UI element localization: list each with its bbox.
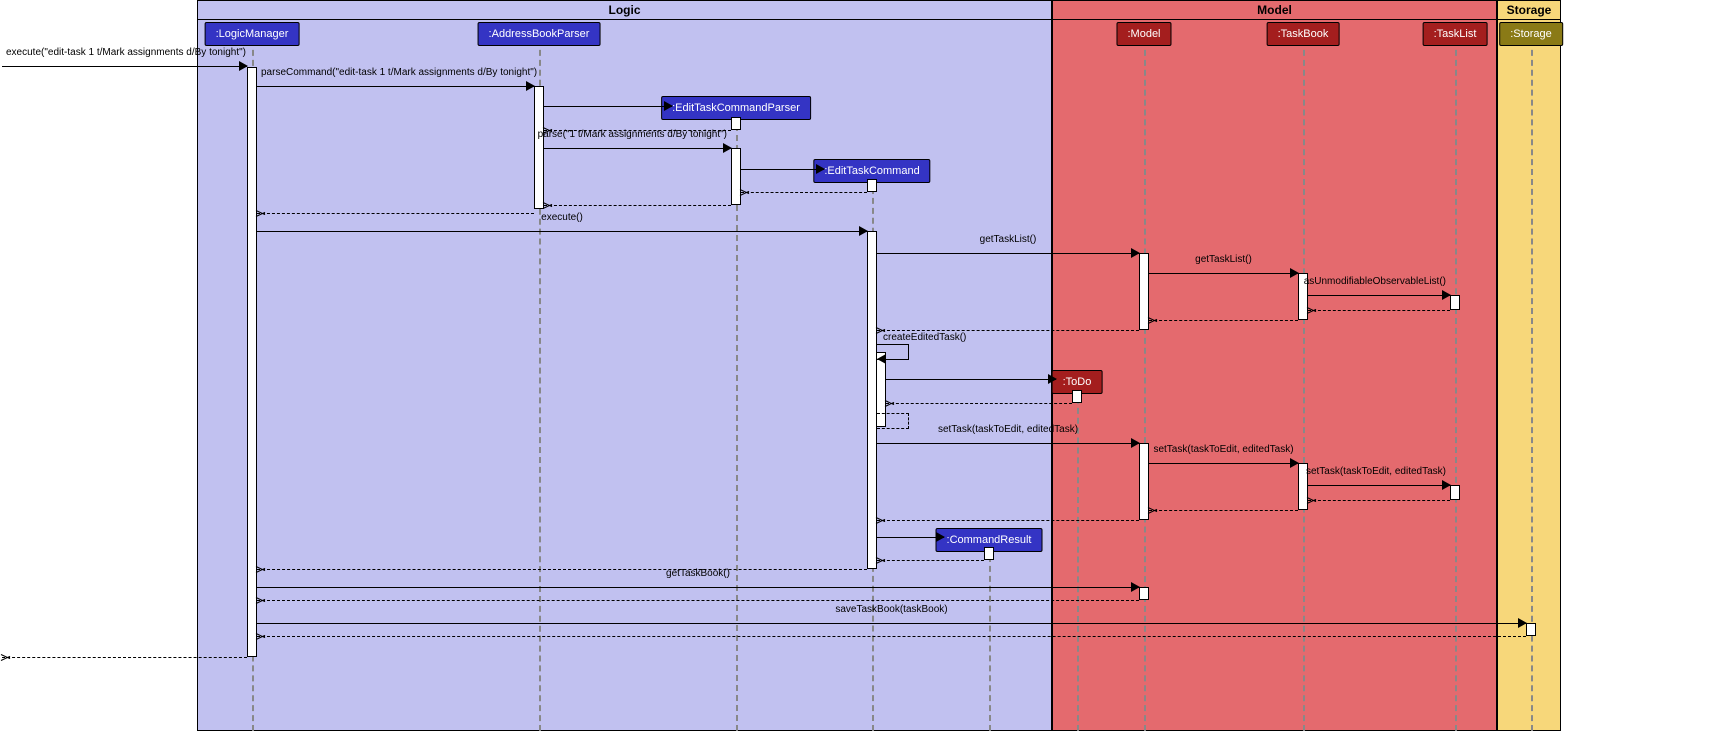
- msg-return-tl1: [1308, 304, 1450, 318]
- activation-etcp-1: [731, 117, 741, 130]
- participant-tasklist: :TaskList: [1423, 22, 1488, 46]
- msg-return-abp: [257, 207, 534, 221]
- msg-asunmod: asUnmodifiableObservableList(): [1308, 289, 1450, 303]
- participant-storage: :Storage: [1499, 22, 1563, 46]
- msg-savetaskbook: saveTaskBook(taskBook): [257, 617, 1526, 631]
- participant-taskbook: :TaskBook: [1267, 22, 1340, 46]
- activation-etcp-2: [731, 148, 741, 205]
- msg-createeditedtask-arrow: [877, 354, 886, 364]
- msg-return-tb1: [1149, 314, 1298, 328]
- participant-logicmanager: :LogicManager: [205, 22, 300, 46]
- msg-settask3-label: setTask(taskToEdit, editedTask): [1306, 466, 1446, 477]
- msg-settask3: setTask(taskToEdit, editedTask): [1308, 479, 1450, 493]
- region-model-title: Model: [1053, 1, 1496, 20]
- msg-return-tl2: [1308, 494, 1450, 508]
- msg-execute-label: execute("edit-task 1 t/Mark assignments …: [6, 47, 246, 58]
- activation-logicmanager: [247, 67, 257, 657]
- msg-execute: execute("edit-task 1 t/Mark assignments …: [2, 60, 247, 74]
- activation-commandresult: [984, 547, 994, 560]
- msg-settask2: setTask(taskToEdit, editedTask): [1149, 457, 1298, 471]
- msg-self-return: [877, 413, 909, 429]
- region-logic-title: Logic: [198, 1, 1051, 20]
- activation-todo: [1072, 390, 1082, 403]
- participant-model: :Model: [1116, 22, 1171, 46]
- msg-savetaskbook-label: saveTaskBook(taskBook): [835, 604, 947, 615]
- activation-addressbookparser: [534, 86, 544, 209]
- msg-parsecommand: parseCommand("edit-task 1 t/Mark assignm…: [257, 80, 534, 94]
- region-storage-title: Storage: [1498, 1, 1560, 20]
- activation-tasklist-1: [1450, 295, 1460, 310]
- activation-tasklist-2: [1450, 485, 1460, 500]
- msg-gettaskbook: getTaskBook(): [257, 581, 1139, 595]
- msg-execute2: execute(): [257, 225, 867, 239]
- msg-return-cr: [877, 554, 984, 568]
- msg-return-actor: [2, 651, 247, 665]
- msg-return-etc2: [257, 563, 867, 577]
- msg-gettasklist1: getTaskList(): [877, 247, 1139, 261]
- msg-gettasklist2-label: getTaskList(): [1195, 254, 1252, 265]
- msg-return-gettaskbook: [257, 594, 1139, 608]
- msg-create-cr: [877, 531, 944, 545]
- msg-create-etc: [741, 163, 824, 177]
- activation-model-1: [1139, 253, 1149, 330]
- msg-settask1-label: setTask(taskToEdit, editedTask): [938, 424, 1078, 435]
- msg-parse-label: parse("1 t/Mark assignments d/By tonight…: [538, 129, 727, 140]
- msg-settask2-label: setTask(taskToEdit, editedTask): [1153, 444, 1293, 455]
- msg-create-etcp: [544, 100, 672, 114]
- msg-parse: parse("1 t/Mark assignments d/By tonight…: [544, 142, 731, 156]
- msg-execute2-label: execute(): [541, 212, 583, 223]
- activation-etc-1: [867, 179, 877, 192]
- msg-gettaskbook-label: getTaskBook(): [666, 568, 730, 579]
- msg-gettasklist2: getTaskList(): [1149, 267, 1298, 281]
- msg-parsecommand-label: parseCommand("edit-task 1 t/Mark assignm…: [261, 67, 537, 78]
- activation-model-3: [1139, 587, 1149, 600]
- msg-return-etcp: [544, 199, 731, 213]
- msg-return-todo: [886, 397, 1072, 411]
- activation-model-2: [1139, 443, 1149, 520]
- msg-createeditedtask-label: createEditedTask(): [883, 332, 966, 343]
- msg-create-todo: [886, 373, 1056, 387]
- msg-return-savetaskbook: [257, 630, 1526, 644]
- msg-gettasklist1-label: getTaskList(): [980, 234, 1037, 245]
- msg-return-model2: [877, 514, 1139, 528]
- msg-asunmod-label: asUnmodifiableObservableList(): [1304, 276, 1446, 287]
- msg-return-tb2: [1149, 504, 1298, 518]
- participant-addressbookparser: :AddressBookParser: [478, 22, 601, 46]
- activation-storage: [1526, 623, 1536, 636]
- msg-return-etc: [741, 186, 867, 200]
- msg-settask1: setTask(taskToEdit, editedTask): [877, 437, 1139, 451]
